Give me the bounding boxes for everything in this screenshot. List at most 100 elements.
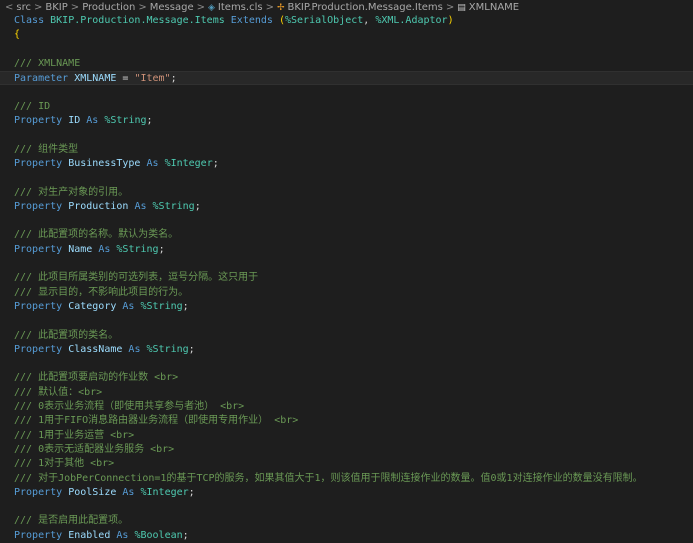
code-line-comment[interactable]: /// XMLNAME	[0, 57, 693, 71]
code-line-property[interactable]: Property ClassName As %String;	[0, 343, 693, 357]
as-keyword: As	[98, 244, 110, 255]
as-keyword: As	[122, 301, 134, 312]
breadcrumb-separator: >	[34, 2, 42, 13]
code-line-comment[interactable]: /// 1用于FIFO消息路由器业务流程（即使用专用作业） <br>	[0, 414, 693, 428]
chevron-left-icon[interactable]: <	[5, 2, 13, 13]
doc-comment: /// 此配置项的类名。	[14, 330, 118, 341]
property-keyword: Property	[14, 344, 62, 355]
code-line-blank[interactable]	[0, 357, 693, 371]
breadcrumb-class-label: BKIP.Production.Message.Items	[288, 2, 443, 13]
code-line-comment[interactable]: /// 此项目所属类别的可选列表，逗号分隔。这只用于	[0, 271, 693, 285]
semicolon: ;	[183, 301, 189, 312]
code-line-blank[interactable]	[0, 128, 693, 142]
code-line-comment[interactable]: /// 此配置项的名称。默认为类名。	[0, 228, 693, 242]
comma: ,	[363, 15, 375, 26]
code-line-property[interactable]: Property ID As %String;	[0, 114, 693, 128]
property-name: ClassName	[68, 344, 122, 355]
semicolon: ;	[171, 73, 177, 84]
breadcrumb-src[interactable]: src	[16, 2, 31, 13]
breadcrumb-separator: >	[138, 2, 146, 13]
property-symbol-icon: ▤	[457, 3, 466, 13]
class-symbol-icon: ✢	[277, 3, 285, 13]
property-type: %String	[140, 301, 182, 312]
property-name: Enabled	[68, 530, 110, 541]
xmlname-comment: /// XMLNAME	[14, 58, 80, 69]
doc-comment: /// 组件类型	[14, 144, 78, 155]
as-keyword: As	[146, 158, 158, 169]
property-name: ID	[68, 115, 80, 126]
property-keyword: Property	[14, 115, 62, 126]
breadcrumb-separator: >	[446, 2, 454, 13]
code-line-comment[interactable]: /// 组件类型	[0, 143, 693, 157]
code-line-comment[interactable]: /// 此配置项要启动的作业数 <br>	[0, 371, 693, 385]
code-line-open-brace[interactable]: {	[0, 28, 693, 42]
breadcrumb-class[interactable]: ✢BKIP.Production.Message.Items	[277, 2, 443, 13]
property-type: %String	[147, 344, 189, 355]
property-type: %String	[116, 244, 158, 255]
doc-comment: /// 0表示无适配器业务服务 <br>	[14, 444, 174, 455]
close-paren: )	[448, 15, 454, 26]
property-keyword: Property	[14, 487, 62, 498]
semicolon: ;	[213, 158, 219, 169]
code-line-blank[interactable]	[0, 214, 693, 228]
code-line-blank[interactable]	[0, 500, 693, 514]
code-line-comment[interactable]: /// 显示目的，不影响此项目的行为。	[0, 286, 693, 300]
superclass-1: %SerialObject	[285, 15, 363, 26]
semicolon: ;	[147, 115, 153, 126]
property-name: Category	[68, 301, 116, 312]
code-line-class-declaration[interactable]: Class BKIP.Production.Message.Items Exte…	[0, 14, 693, 28]
breadcrumb-file-label: Items.cls	[218, 2, 263, 13]
breadcrumb-bkip[interactable]: BKIP	[45, 2, 67, 13]
code-editor[interactable]: Class BKIP.Production.Message.Items Exte…	[0, 14, 693, 541]
code-line-comment[interactable]: /// 此配置项的类名。	[0, 329, 693, 343]
code-line-blank[interactable]	[0, 171, 693, 185]
as-keyword: As	[128, 344, 140, 355]
doc-comment: /// 此项目所属类别的可选列表，逗号分隔。这只用于	[14, 272, 258, 283]
property-name: Production	[68, 201, 128, 212]
code-line-property[interactable]: Property BusinessType As %Integer;	[0, 157, 693, 171]
doc-comment: /// 1用于业务运营 <br>	[14, 430, 134, 441]
parameter-value: "Item"	[134, 73, 170, 84]
code-line-property[interactable]: Property Production As %String;	[0, 200, 693, 214]
code-line-blank[interactable]	[0, 43, 693, 57]
code-line-property[interactable]: Property PoolSize As %Integer;	[0, 486, 693, 500]
code-line-property[interactable]: Property Name As %String;	[0, 243, 693, 257]
doc-comment: /// 对生产对象的引用。	[14, 187, 128, 198]
as-keyword: As	[134, 201, 146, 212]
code-line-comment[interactable]: /// 默认值：<br>	[0, 386, 693, 400]
doc-comment: /// 1对于其他 <br>	[14, 458, 114, 469]
code-line-blank[interactable]	[0, 314, 693, 328]
breadcrumb-production[interactable]: Production	[82, 2, 135, 13]
breadcrumb-symbol[interactable]: ▤XMLNAME	[457, 2, 519, 13]
code-line-comment[interactable]: /// 对生产对象的引用。	[0, 186, 693, 200]
doc-comment: /// 0表示业务流程（即使用共享参与者池） <br>	[14, 401, 244, 412]
doc-comment: /// ID	[14, 101, 50, 112]
code-line-comment[interactable]: /// 是否启用此配置项。	[0, 514, 693, 528]
code-line-comment[interactable]: /// 1对于其他 <br>	[0, 457, 693, 471]
doc-comment: /// 1用于FIFO消息路由器业务流程（即使用专用作业） <br>	[14, 415, 298, 426]
property-type: %String	[104, 115, 146, 126]
property-type: %Integer	[140, 487, 188, 498]
as-keyword: As	[86, 115, 98, 126]
breadcrumb-separator: >	[266, 2, 274, 13]
code-line-comment[interactable]: /// 对于JobPerConnection=1的基于TCP的服务，如果其值大于…	[0, 472, 693, 486]
code-line-comment[interactable]: /// 0表示业务流程（即使用共享参与者池） <br>	[0, 400, 693, 414]
code-line-comment[interactable]: /// ID	[0, 100, 693, 114]
code-line-blank[interactable]	[0, 257, 693, 271]
code-line-comment[interactable]: /// 0表示无适配器业务服务 <br>	[0, 443, 693, 457]
property-name: PoolSize	[68, 487, 116, 498]
extends-keyword: Extends	[231, 15, 273, 26]
code-line-property[interactable]: Property Category As %String;	[0, 300, 693, 314]
doc-comment: /// 此配置项的名称。默认为类名。	[14, 229, 178, 240]
property-type: %Boolean	[134, 530, 182, 541]
breadcrumb-file[interactable]: ◈Items.cls	[208, 2, 263, 13]
code-line-parameter[interactable]: Parameter XMLNAME = "Item";	[0, 71, 693, 85]
property-type: %Integer	[165, 158, 213, 169]
breadcrumb-separator: >	[197, 2, 205, 13]
breadcrumb-message[interactable]: Message	[150, 2, 194, 13]
parameter-keyword: Parameter	[14, 73, 68, 84]
code-line-blank[interactable]	[0, 85, 693, 99]
breadcrumb-separator: >	[71, 2, 79, 13]
as-keyword: As	[122, 487, 134, 498]
code-line-comment[interactable]: /// 1用于业务运营 <br>	[0, 429, 693, 443]
